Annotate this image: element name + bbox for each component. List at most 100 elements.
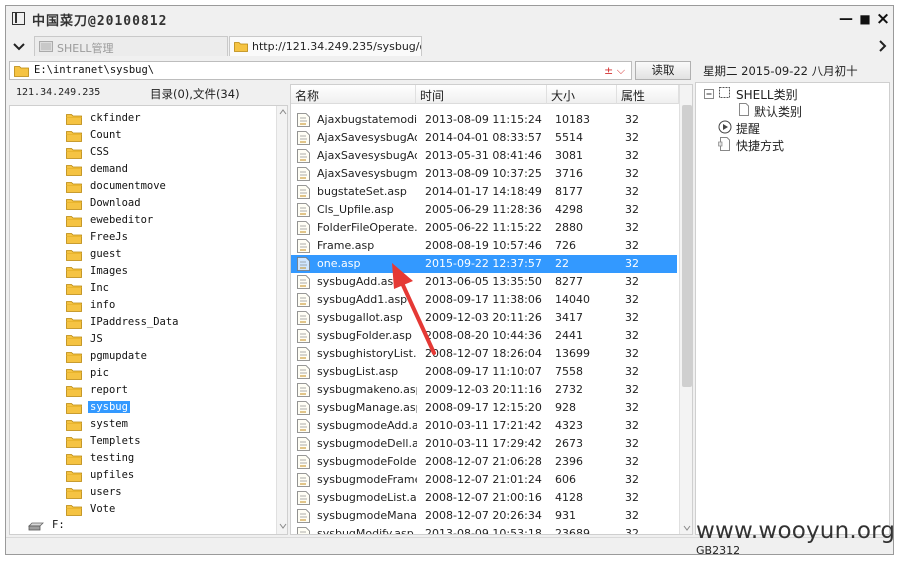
file-attr: 32 [625, 221, 639, 234]
folder-label: Download [90, 197, 141, 209]
path-input[interactable]: E:\intranet\sysbug\ ± ⌵ [9, 61, 632, 80]
folder-label: CSS [90, 146, 109, 158]
title-bar: 中国菜刀@20100812 — ■ × [6, 6, 893, 32]
asp-file-icon [297, 437, 310, 451]
file-time: 2014-04-01 08:33:57 [425, 131, 542, 144]
folder-icon [66, 368, 82, 380]
file-row[interactable]: bugstateSet.asp 2014-01-17 14:18:49 8177 32 [291, 183, 677, 201]
tab-shell-manager[interactable]: SHELL管理 [34, 36, 228, 56]
file-row[interactable]: FolderFileOperate.asp 2005-06-22 11:15:22… [291, 219, 677, 237]
file-row[interactable]: sysbugList.asp 2008-09-17 11:10:07 7558 32 [291, 363, 677, 381]
folder-label: guest [90, 248, 122, 260]
file-size: 10183 [555, 113, 590, 126]
drive-label: F: [52, 519, 65, 531]
shell-category-icon [718, 86, 731, 102]
file-row[interactable]: AjaxSavesysbugAd... 2013-05-31 08:41:46 30… [291, 147, 677, 165]
file-size: 4298 [555, 203, 583, 216]
file-name: AjaxSavesysbugAd... [317, 149, 417, 162]
file-row[interactable]: AjaxSavesysbugAd... 2014-04-01 08:33:57 55… [291, 129, 677, 147]
tab-label: SHELL管理 [57, 42, 114, 55]
folder-tree[interactable]: ckfinder Count CSS demand documentmove Downlo… [9, 105, 288, 535]
file-time: 2014-01-17 14:18:49 [425, 185, 542, 198]
scrollbar-thumb[interactable] [682, 105, 692, 387]
file-size: 4128 [555, 491, 583, 504]
file-list-scrollbar[interactable] [679, 85, 692, 534]
tab-label: http://121.34.249.235/sysbug/o... [252, 40, 422, 53]
chevron-right-icon[interactable] [875, 39, 889, 53]
file-row[interactable]: sysbugAdd.asp 2013-06-05 13:35:50 8277 32 [291, 273, 677, 291]
category-panel: SHELL类别 默认类别 提醒 快捷方式 [695, 82, 890, 535]
file-time: 2010-03-11 17:29:42 [425, 437, 542, 450]
file-row[interactable]: one.asp 2015-09-22 12:37:57 22 32 [291, 255, 677, 273]
default-category-node[interactable]: 默认类别 [754, 103, 802, 120]
reminder-node[interactable]: 提醒 [736, 120, 760, 137]
date-display: 星期二 2015-09-22 八月初十 [703, 64, 858, 78]
close-icon[interactable]: × [875, 11, 891, 28]
file-list[interactable]: 名称 时间 大小 属性 Ajaxbugstatemodify.... 2013-0… [290, 84, 693, 535]
folder-label: FreeJs [90, 231, 128, 243]
drive-icon [28, 520, 44, 532]
file-name: sysbugmodeFolder.... [317, 455, 417, 468]
folder-label: Count [90, 129, 122, 141]
file-time: 2005-06-22 11:15:22 [425, 221, 542, 234]
folder-icon [66, 334, 82, 346]
file-time: 2010-03-11 17:21:42 [425, 419, 542, 432]
file-size: 8277 [555, 275, 583, 288]
file-size: 7558 [555, 365, 583, 378]
file-attr: 32 [625, 437, 639, 450]
tree-scrollbar[interactable] [276, 106, 287, 534]
tab-remote-file[interactable]: http://121.34.249.235/sysbug/o... [229, 36, 422, 56]
col-header-attr[interactable]: 属性 [617, 85, 679, 104]
read-button[interactable]: 读取 [635, 61, 691, 80]
default-category-icon [738, 103, 750, 119]
file-name: sysbugmodeList.asp [317, 491, 417, 504]
file-row[interactable]: sysbugmodeDell.asp 2010-03-11 17:29:42 267… [291, 435, 677, 453]
tree-collapse-icon[interactable] [704, 88, 714, 102]
path-dropdown-icon[interactable]: ± ⌵ [604, 64, 625, 78]
file-row[interactable]: sysbugModify.asp 2013-08-09 10:53:18 23689… [291, 525, 677, 535]
file-row[interactable]: Cls_Upfile.asp 2005-06-29 11:28:36 4298 32 [291, 201, 677, 219]
asp-file-icon [297, 527, 310, 534]
file-size: 2396 [555, 455, 583, 468]
file-row[interactable]: sysbugmodeFrame.... 2008-12-07 21:01:24 60… [291, 471, 677, 489]
file-row[interactable]: sysbugAdd1.asp 2008-09-17 11:38:06 14040 32 [291, 291, 677, 309]
asp-file-icon [297, 365, 310, 379]
file-row[interactable]: sysbugFolder.asp 2008-08-20 10:44:36 2441 3… [291, 327, 677, 345]
file-row[interactable]: sysbugManage.asp 2008-09-17 12:15:20 928 32 [291, 399, 677, 417]
file-name: sysbugModify.asp [317, 527, 414, 535]
file-attr: 32 [625, 149, 639, 162]
col-header-size[interactable]: 大小 [547, 85, 617, 104]
file-row[interactable]: sysbugmakeno.asp 2009-12-03 20:11:16 2732 3… [291, 381, 677, 399]
minimize-icon[interactable]: — [838, 11, 854, 27]
folder-label: users [90, 486, 122, 498]
file-name: AjaxSavesysbugAd... [317, 131, 417, 144]
path-value: E:\intranet\sysbug\ [34, 64, 155, 76]
folder-icon [14, 65, 29, 80]
shell-category-node[interactable]: SHELL类别 [736, 86, 798, 103]
file-row[interactable]: Frame.asp 2008-08-19 10:57:46 726 32 [291, 237, 677, 255]
file-row[interactable]: sysbugmodeAdd.asp 2010-03-11 17:21:42 4323… [291, 417, 677, 435]
maximize-icon[interactable]: ■ [857, 11, 873, 27]
file-attr: 32 [625, 383, 639, 396]
file-name: sysbugList.asp [317, 365, 399, 378]
asp-file-icon [297, 149, 310, 163]
asp-file-icon [297, 473, 310, 487]
file-row[interactable]: AjaxSavesysbugmo... 2013-08-09 10:37:25 37… [291, 165, 677, 183]
col-header-time[interactable]: 时间 [416, 85, 547, 104]
asp-file-icon [297, 131, 310, 145]
chevron-down-icon[interactable] [12, 39, 26, 53]
file-size: 23689 [555, 527, 590, 535]
file-size: 14040 [555, 293, 590, 306]
file-row[interactable]: sysbugmodeList.asp 2008-12-07 21:00:16 412… [291, 489, 677, 507]
file-row[interactable]: Ajaxbugstatemodify.... 2013-08-09 11:15:2… [291, 111, 677, 129]
shortcut-node[interactable]: 快捷方式 [736, 137, 784, 154]
file-row[interactable]: sysbugallot.asp 2009-12-03 20:11:26 3417 32 [291, 309, 677, 327]
file-row[interactable]: sysbugmodeManag... 2008-12-07 20:26:34 931… [291, 507, 677, 525]
asp-file-icon [297, 401, 310, 415]
file-row[interactable]: sysbugmodeFolder.... 2008-12-07 21:06:28 2… [291, 453, 677, 471]
file-row[interactable]: sysbughistoryList.asp2008-12-07 18:26:04… [291, 345, 677, 363]
folder-icon [66, 283, 82, 295]
col-header-name[interactable]: 名称 [291, 85, 416, 104]
file-attr: 32 [625, 509, 639, 522]
file-time: 2013-08-09 11:15:24 [425, 113, 542, 126]
